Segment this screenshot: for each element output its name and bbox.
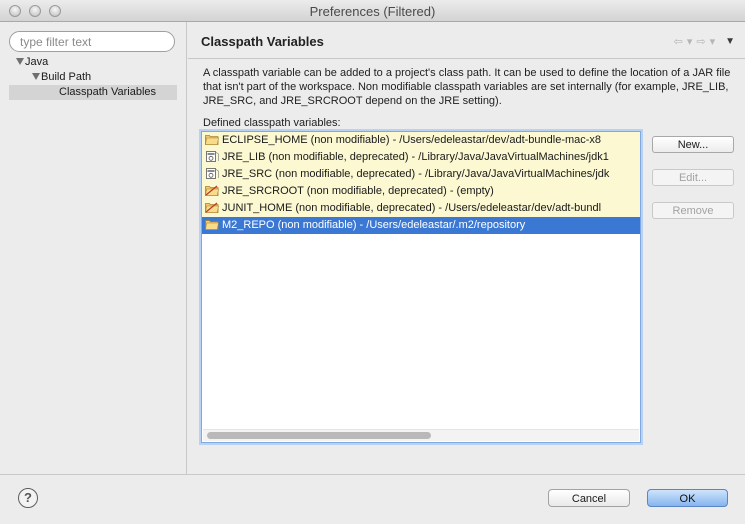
list-item[interactable]: JUNIT_HOME (non modifiable, deprecated) …	[202, 200, 640, 217]
window-title: Preferences (Filtered)	[309, 4, 436, 19]
folder-icon	[205, 220, 219, 230]
horizontal-scrollbar[interactable]	[203, 429, 639, 441]
back-arrow-icon[interactable]: ⇦	[674, 35, 683, 48]
classpath-variables-list[interactable]: ECLIPSE_HOME (non modifiable) - /Users/e…	[201, 131, 641, 443]
dialog-button-bar: ? Cancel OK	[0, 474, 745, 524]
variables-list-label: Defined classpath variables:	[203, 117, 341, 129]
folder-deprecated-icon	[205, 202, 219, 213]
list-item[interactable]: ECLIPSE_HOME (non modifiable) - /Users/e…	[202, 132, 640, 149]
list-item[interactable]: M2_REPO (non modifiable) - /Users/edelea…	[202, 217, 640, 234]
preferences-sidebar: Java Build Path Classpath Variables	[0, 22, 187, 474]
folder-icon	[205, 135, 219, 145]
list-item[interactable]: JRE_LIB (non modifiable, deprecated) - /…	[202, 149, 640, 166]
page-content: A classpath variable can be added to a p…	[188, 59, 745, 474]
title-bar: Preferences (Filtered)	[0, 0, 745, 22]
tree-item-java[interactable]: Java	[9, 55, 177, 70]
preferences-tree: Java Build Path Classpath Variables	[9, 55, 177, 100]
tree-item-label: Classpath Variables	[59, 86, 157, 98]
chevron-down-icon[interactable]: ▾	[687, 35, 693, 48]
filter-input[interactable]	[9, 31, 175, 52]
list-item[interactable]: JRE_SRC (non modifiable, deprecated) - /…	[202, 166, 640, 183]
edit-button[interactable]: Edit...	[652, 169, 734, 186]
variable-text: ECLIPSE_HOME (non modifiable) - /Users/e…	[222, 134, 602, 146]
page-header: Classpath Variables ⇦ ▾ ⇨ ▾ ▼	[188, 22, 745, 59]
preference-page: Classpath Variables ⇦ ▾ ⇨ ▾ ▼ A classpat…	[188, 22, 745, 474]
jar-icon	[206, 151, 219, 162]
cancel-button[interactable]: Cancel	[548, 489, 630, 507]
folder-deprecated-icon	[205, 185, 219, 196]
variable-text: JRE_SRCROOT (non modifiable, deprecated)…	[222, 185, 494, 197]
page-title: Classpath Variables	[201, 34, 324, 49]
tree-item-build-path[interactable]: Build Path	[9, 70, 177, 85]
tree-item-label: Java	[25, 56, 49, 68]
chevron-down-icon[interactable]: ▾	[710, 35, 716, 48]
variable-text: JRE_LIB (non modifiable, deprecated) - /…	[222, 151, 609, 163]
view-menu-icon[interactable]: ▼	[725, 36, 735, 47]
tree-item-label: Build Path	[41, 71, 92, 83]
variable-text: JUNIT_HOME (non modifiable, deprecated) …	[222, 202, 602, 214]
help-icon[interactable]: ?	[18, 488, 38, 508]
new-button[interactable]: New...	[652, 136, 734, 153]
scrollbar-thumb[interactable]	[207, 432, 431, 439]
list-item[interactable]: JRE_SRCROOT (non modifiable, deprecated)…	[202, 183, 640, 200]
expand-triangle-icon[interactable]	[16, 58, 24, 65]
remove-button[interactable]: Remove	[652, 202, 734, 219]
forward-arrow-icon[interactable]: ⇨	[696, 35, 705, 48]
expand-triangle-icon[interactable]	[32, 73, 40, 80]
variable-text: JRE_SRC (non modifiable, deprecated) - /…	[222, 168, 610, 180]
page-navigation: ⇦ ▾ ⇨ ▾ ▼	[674, 35, 735, 48]
tree-item-classpath-variables[interactable]: Classpath Variables	[9, 85, 177, 100]
page-description: A classpath variable can be added to a p…	[203, 67, 731, 107]
variable-text: M2_REPO (non modifiable) - /Users/edelea…	[222, 219, 526, 231]
ok-button[interactable]: OK	[647, 489, 728, 507]
jar-icon	[206, 168, 219, 179]
